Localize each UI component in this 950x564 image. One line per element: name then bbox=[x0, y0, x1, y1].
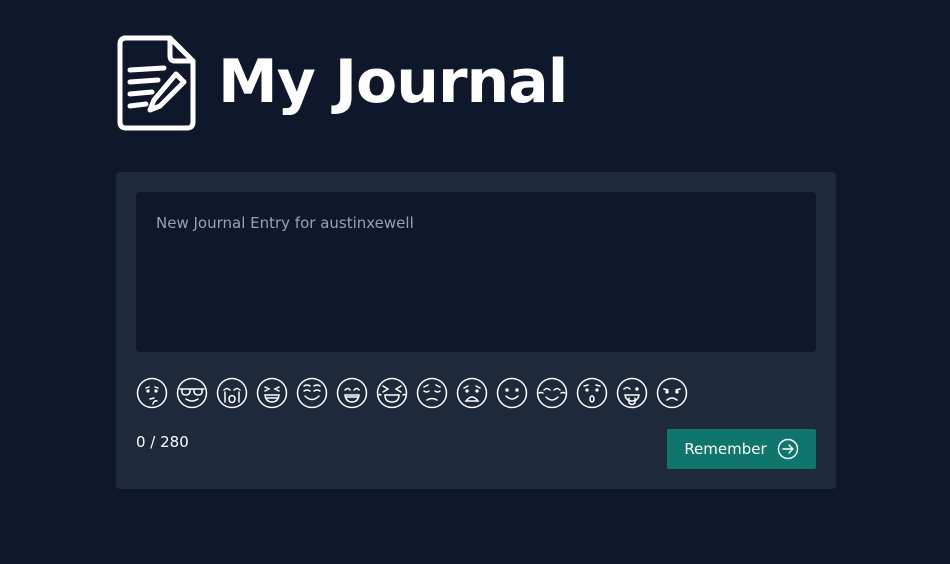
grinning-face-icon[interactable] bbox=[336, 377, 368, 409]
tongue-face-icon[interactable] bbox=[616, 377, 648, 409]
squinting-face-icon[interactable] bbox=[376, 377, 408, 409]
relieved-face-icon[interactable] bbox=[536, 377, 568, 409]
sunglasses-face-icon[interactable] bbox=[176, 377, 208, 409]
anguished-face-icon[interactable] bbox=[456, 377, 488, 409]
character-counter: 0 / 280 bbox=[136, 433, 189, 451]
journal-entry-card: 0 / 280 Remember bbox=[116, 172, 836, 489]
page-title: My Journal bbox=[218, 47, 568, 117]
app-header: My Journal bbox=[116, 32, 568, 132]
thinking-face-icon[interactable] bbox=[136, 377, 168, 409]
pensive-face-icon[interactable] bbox=[416, 377, 448, 409]
frowning-face-icon[interactable] bbox=[656, 377, 688, 409]
crying-face-icon[interactable] bbox=[216, 377, 248, 409]
remember-button-label: Remember bbox=[684, 440, 767, 458]
arrow-right-circle-icon bbox=[777, 438, 798, 460]
remember-button[interactable]: Remember bbox=[667, 429, 816, 469]
slight-smile-face-icon[interactable] bbox=[496, 377, 528, 409]
laughing-face-icon[interactable] bbox=[256, 377, 288, 409]
smiling-face-icon[interactable] bbox=[296, 377, 328, 409]
surprised-face-icon[interactable] bbox=[576, 377, 608, 409]
mood-selector bbox=[136, 377, 688, 409]
journal-entry-input[interactable] bbox=[136, 192, 816, 352]
document-pen-icon bbox=[117, 35, 196, 131]
